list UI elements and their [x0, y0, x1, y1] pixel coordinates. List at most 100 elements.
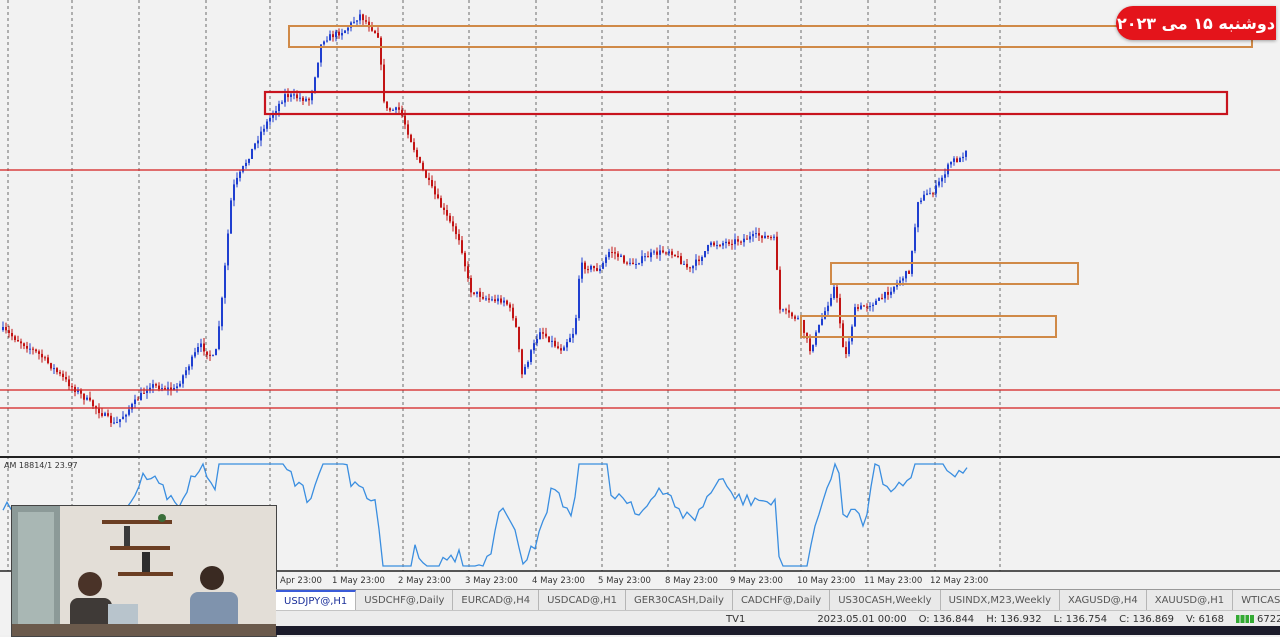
- candle-body: [98, 408, 100, 414]
- candle-body: [299, 97, 301, 99]
- candle-body: [635, 264, 637, 265]
- tab-xagusd-h4[interactable]: XAGUSD@,H4: [1060, 590, 1147, 610]
- candle-body: [959, 158, 961, 162]
- candle-body: [353, 21, 355, 23]
- candle-body: [104, 413, 106, 416]
- candle-body: [11, 333, 13, 337]
- candle-body: [392, 109, 394, 111]
- candle-body: [920, 200, 922, 203]
- candle-body: [290, 94, 292, 97]
- candle-body: [728, 241, 730, 244]
- tab-eurcad-h4[interactable]: EURCAD@,H4: [453, 590, 540, 610]
- candle-body: [284, 94, 286, 103]
- candle-body: [497, 298, 499, 302]
- candle-body: [341, 33, 343, 36]
- x-axis-label: Apr 23:00: [280, 576, 322, 586]
- candle-body: [146, 390, 148, 393]
- candle-body: [425, 170, 427, 178]
- x-axis-label: 4 May 23:00: [532, 576, 585, 586]
- candle-body: [278, 103, 280, 111]
- candle-body: [89, 397, 91, 401]
- candle-body: [227, 233, 229, 266]
- tab-usdjpy-h1[interactable]: USDJPY@,H1: [276, 590, 357, 610]
- tab-usindx-weekly[interactable]: USINDX,M23,Weekly: [941, 590, 1061, 610]
- candle-body: [134, 399, 136, 404]
- candle-body: [719, 245, 721, 247]
- candle-body: [530, 350, 532, 362]
- tab-xauusd-h1[interactable]: XAUUSD@,H1: [1147, 590, 1234, 610]
- candle-body: [329, 34, 331, 41]
- candle-body: [674, 254, 676, 256]
- status-datetime: 2023.05.01 00:00: [817, 613, 907, 625]
- candle-body: [416, 149, 418, 158]
- candle-body: [809, 338, 811, 352]
- candle-body: [839, 297, 841, 324]
- candle-body: [572, 333, 574, 338]
- candle-body: [59, 372, 61, 374]
- candle-body: [410, 134, 412, 143]
- candle-body: [35, 349, 37, 352]
- tab-us30cash-weekly[interactable]: US30CASH,Weekly: [830, 590, 941, 610]
- candle-body: [590, 265, 592, 270]
- candle-body: [611, 252, 613, 253]
- candle-body: [8, 330, 10, 333]
- candle-body: [644, 256, 646, 258]
- candle-body: [191, 356, 193, 367]
- candle-body: [2, 327, 4, 330]
- candle-body: [551, 340, 553, 342]
- candle-body: [593, 265, 595, 269]
- candle-body: [533, 343, 535, 351]
- tab-ger30cash-daily[interactable]: GER30CASH,Daily: [626, 590, 733, 610]
- candle-body: [941, 177, 943, 182]
- candle-body: [293, 94, 295, 96]
- status-open: O: 136.844: [918, 613, 975, 625]
- candle-body: [908, 271, 910, 274]
- candle-body: [596, 268, 598, 271]
- status-traffic: 6722/0: [1230, 614, 1280, 625]
- candle-body: [359, 14, 361, 21]
- webcam-scene: [12, 506, 276, 636]
- candle-body: [317, 62, 319, 78]
- tab-wticash-daily[interactable]: WTICASH,Daily: [1233, 590, 1280, 610]
- tab-usdchf-daily[interactable]: USDCHF@,Daily: [356, 590, 454, 610]
- candle-body: [863, 305, 865, 307]
- candle-body: [137, 399, 139, 401]
- tab-cadchf-daily[interactable]: CADCHF@,Daily: [733, 590, 831, 610]
- candle-body: [389, 108, 391, 111]
- candle-body: [797, 317, 799, 319]
- candle-body: [779, 269, 781, 310]
- candle-body: [614, 252, 616, 254]
- candle-body: [848, 341, 850, 354]
- x-axis-label: 1 May 23:00: [332, 576, 385, 586]
- candle-body: [710, 242, 712, 246]
- candle-body: [23, 343, 25, 347]
- candle-body: [440, 198, 442, 208]
- candle-body: [746, 238, 748, 240]
- candle-body: [428, 177, 430, 180]
- x-axis-label: 11 May 23:00: [864, 576, 922, 586]
- candle-body: [881, 297, 883, 299]
- candle-body: [500, 298, 502, 303]
- candle-body: [578, 278, 580, 319]
- candle-body: [833, 286, 835, 298]
- candle-body: [206, 351, 208, 355]
- candle-body: [956, 158, 958, 162]
- candle-body: [506, 300, 508, 305]
- candle-body: [569, 337, 571, 343]
- candle-body: [599, 268, 601, 271]
- candle-body: [632, 262, 634, 265]
- candle-body: [197, 347, 199, 353]
- candle-body: [749, 236, 751, 240]
- candle-body: [446, 210, 448, 216]
- candle-body: [308, 98, 310, 101]
- candle-body: [668, 251, 670, 254]
- status-bar: TV1 2023.05.01 00:00 O: 136.844 H: 136.9…: [276, 610, 1280, 627]
- candle-body: [884, 292, 886, 299]
- date-badge: دوشنبه ۱۵ می ۲۰۲۳: [1116, 6, 1276, 40]
- candle-body: [311, 91, 313, 101]
- candle-body: [662, 250, 664, 253]
- candle-body: [650, 252, 652, 258]
- candle-body: [872, 304, 874, 307]
- tab-usdcad-h1[interactable]: USDCAD@,H1: [539, 590, 627, 610]
- candle-body: [119, 419, 121, 422]
